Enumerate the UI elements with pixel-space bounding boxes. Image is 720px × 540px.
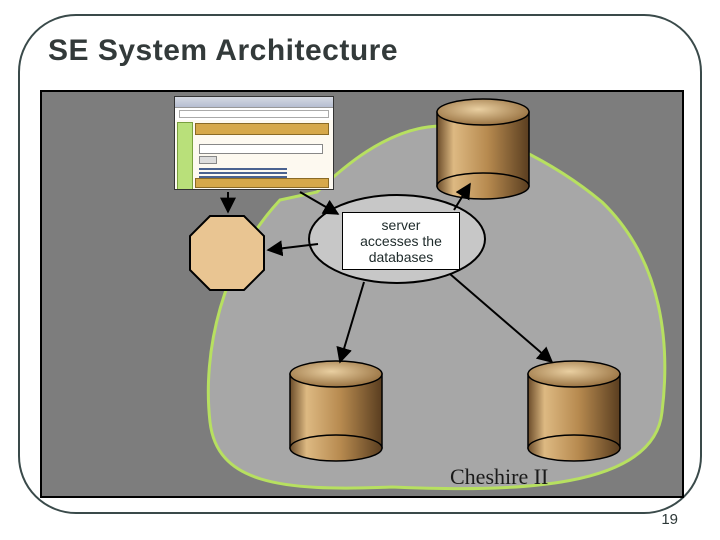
diagram-svg	[42, 92, 682, 496]
server-label-line1: server	[349, 217, 453, 233]
browser-sidebar	[177, 122, 193, 190]
browser-search-button	[199, 156, 217, 164]
region-label-cheshire: Cheshire II	[450, 464, 548, 490]
browser-banner-bottom	[195, 178, 329, 188]
server-label-line3: databases	[349, 249, 453, 265]
browser-banner-top	[195, 123, 329, 135]
diagram-canvas: server accesses the databases Cheshire I…	[40, 90, 684, 498]
db-cylinder-left	[290, 361, 382, 461]
node-octagon	[190, 216, 264, 290]
server-label-line2: accesses the	[349, 233, 453, 249]
server-label-box: server accesses the databases	[342, 212, 460, 270]
slide: SE System Architecture	[0, 0, 720, 540]
browser-body	[175, 120, 333, 190]
page-number: 19	[661, 511, 678, 528]
browser-search-field	[199, 144, 323, 154]
db-cylinder-right	[528, 361, 620, 461]
db-cylinder-top	[437, 99, 529, 199]
client-browser-window	[174, 96, 334, 190]
page-title: SE System Architecture	[48, 34, 398, 68]
browser-addressbar	[179, 110, 329, 118]
browser-titlebar	[175, 97, 333, 108]
